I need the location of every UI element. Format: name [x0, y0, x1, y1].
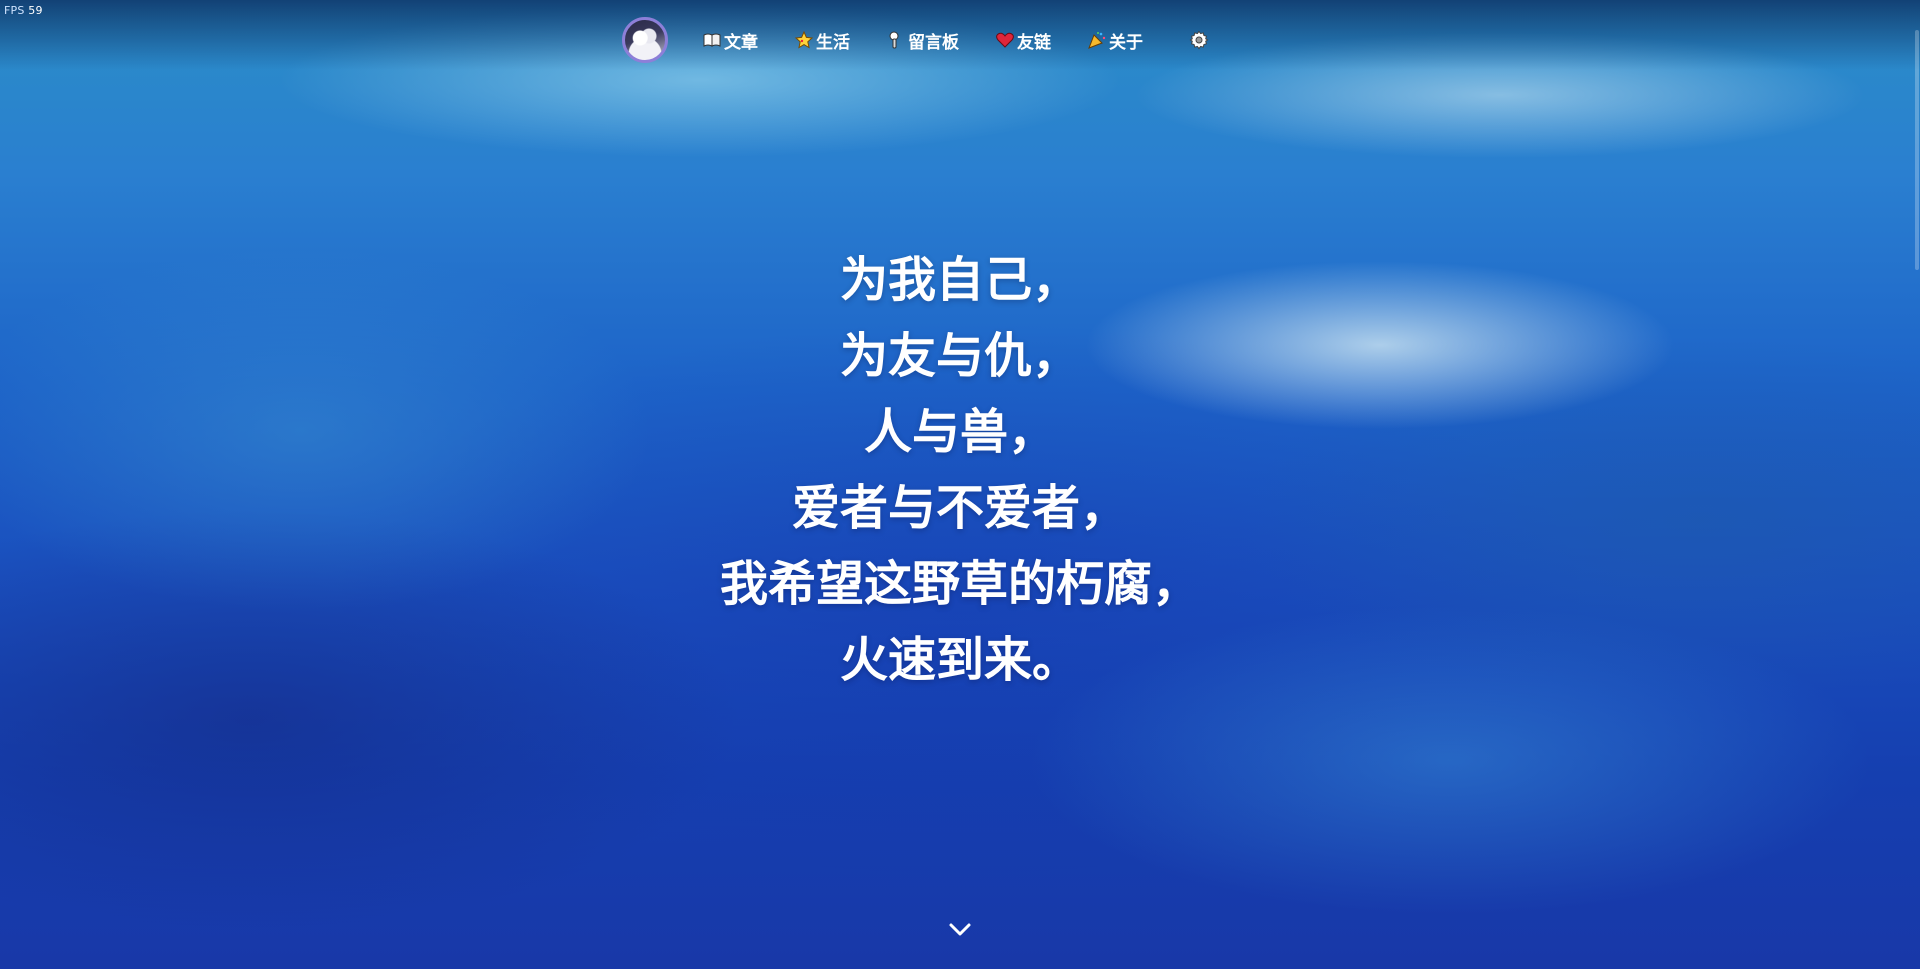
gear-icon[interactable]	[1189, 30, 1209, 50]
fps-label: FPS	[4, 4, 25, 17]
nav-item-label: 留言板	[908, 32, 959, 53]
avatar[interactable]	[622, 17, 668, 63]
poem-line: 火速到来。	[839, 632, 1080, 688]
scrollbar-thumb[interactable]	[1915, 30, 1919, 270]
top-navbar: 文章 生活 留言板 友链 关于	[622, 14, 1209, 66]
chevron-down-icon[interactable]	[948, 918, 972, 942]
poem-line: 为我自己，	[839, 252, 1080, 308]
nav-item-label: 文章	[724, 32, 758, 53]
heart-icon	[995, 30, 1015, 50]
fps-value: 59	[28, 4, 43, 17]
nav-item-label: 生活	[816, 32, 850, 53]
nav-item-guestbook[interactable]: 留言板	[886, 28, 959, 53]
poem-line: 人与兽，	[863, 404, 1056, 460]
poem-text: 为我自己， 为友与仇， 人与兽， 爱者与不爱者， 我希望这野草的朽腐， 火速到来…	[0, 242, 1920, 698]
poem-line: 爱者与不爱者，	[791, 480, 1128, 536]
poem-line: 我希望这野草的朽腐，	[719, 556, 1200, 612]
nav-item-label: 友链	[1017, 32, 1051, 53]
nav-item-life[interactable]: 生活	[794, 28, 850, 53]
fps-counter: FPS 59	[4, 4, 43, 17]
poem-line: 为友与仇，	[839, 328, 1080, 384]
nav-item-articles[interactable]: 文章	[702, 28, 758, 53]
book-icon	[702, 30, 722, 50]
party-popper-icon	[1087, 30, 1107, 50]
nav-item-label: 关于	[1109, 32, 1143, 53]
nav-item-links[interactable]: 友链	[995, 28, 1051, 53]
scrollbar[interactable]	[1914, 0, 1920, 969]
nav-item-about[interactable]: 关于	[1087, 28, 1143, 53]
star-icon	[794, 30, 814, 50]
hero-page: FPS 59 文章 生活 留言板 友链 关于 为我自己， 为友与仇， 人与兽， …	[0, 0, 1920, 969]
microphone-icon	[886, 30, 906, 50]
